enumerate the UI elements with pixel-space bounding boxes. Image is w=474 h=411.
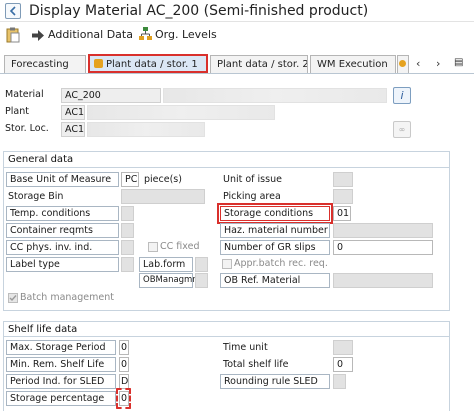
back-icon[interactable] [5,3,21,19]
batch-management-checkbox[interactable] [8,293,18,303]
tab-scroll-right-icon[interactable]: › [436,57,440,70]
gr-slips-label: Number of GR slips [220,240,330,255]
stor-loc-label: Stor. Loc. [5,123,49,134]
max-storage-period-label: Max. Storage Period [6,340,116,355]
time-unit-field[interactable] [333,340,353,355]
storage-bin-label: Storage Bin [8,191,64,202]
tab-scroll-left-icon[interactable]: ‹ [416,57,420,70]
tab-status-icon [399,60,406,67]
haz-material-field[interactable] [333,223,433,238]
max-storage-period-field[interactable]: 0 [119,340,129,355]
toolbar: Additional Data Org. Levels [0,23,474,50]
unit-of-issue-label: Unit of issue [223,174,282,185]
tab-overflow[interactable] [397,55,409,73]
ob-ref-material-field[interactable] [333,273,433,288]
tab-forecasting[interactable]: Forecasting [4,55,86,73]
plant-description-field[interactable] [87,105,275,120]
plant-field[interactable]: AC1 [61,105,85,120]
total-shelf-life-field[interactable]: 0 [333,357,353,372]
tab-plant-data-stor-1[interactable]: Plant data / stor. 1 [88,54,208,73]
min-rem-shelf-life-field[interactable]: 0 [119,357,129,372]
tab-label: Plant data / stor. 1 [106,59,198,70]
appr-batch-label: Appr.batch rec. req. [234,258,328,269]
ob-managmnt-field[interactable] [195,273,208,288]
tab-label: Forecasting [11,59,69,70]
picking-area-field[interactable] [333,189,353,204]
gr-slips-field[interactable]: 0 [333,240,433,255]
section-divider [3,336,450,337]
tab-label: WM Execution [317,59,388,70]
title-bar: Display Material AC_200 (Semi-finished p… [0,0,474,22]
material-label: Material [5,89,44,100]
paste-icon[interactable] [6,27,20,46]
general-data-title: General data [8,154,74,165]
window-title: Display Material AC_200 (Semi-finished p… [29,3,369,19]
container-reqmts-label: Container reqmts [6,223,119,238]
lab-form-label: Lab.form [139,257,193,272]
org-levels-button[interactable]: Org. Levels [155,28,217,41]
ob-managmnt-label: OBManagmnt [139,273,201,288]
info-icon[interactable]: i [393,87,411,104]
storage-conditions-label: Storage conditions [217,203,333,224]
temp-conditions-field[interactable] [121,206,134,221]
tab-label: Plant data / stor. 2 [217,59,308,70]
rounding-rule-sled-field[interactable] [333,374,346,389]
cc-fixed-checkbox[interactable] [148,242,158,252]
tab-strip: Forecasting Plant data / stor. 1 Plant d… [0,52,474,74]
rounding-rule-sled-label: Rounding rule SLED [220,374,330,389]
batch-management-label: Batch management [20,292,114,303]
storage-percentage-field[interactable]: 0 [119,391,129,406]
section-divider [3,167,450,168]
time-unit-label: Time unit [223,342,268,353]
period-ind-sled-field[interactable]: D [119,374,129,389]
container-reqmts-field[interactable] [121,223,134,238]
haz-material-label: Haz. material number [220,223,330,238]
total-shelf-life-label: Total shelf life [223,359,289,370]
shelf-life-title: Shelf life data [8,324,78,335]
tab-plant-data-stor-2[interactable]: Plant data / stor. 2 [210,55,308,73]
label-type-field[interactable] [121,257,134,272]
storage-bin-field[interactable] [121,189,205,204]
tab-list-icon[interactable]: ▤ [454,57,463,68]
base-uom-text: piece(s) [144,174,182,185]
cc-fixed-label: CC fixed [160,241,200,252]
storage-percentage-label: Storage percentage [6,391,116,406]
material-field[interactable]: AC_200 [61,88,161,103]
appr-batch-checkbox[interactable] [222,259,232,269]
glasses-icon[interactable]: ∞ [393,121,411,138]
label-type-label: Label type [6,257,119,272]
plant-label: Plant [5,106,29,117]
unit-of-issue-field[interactable] [333,172,353,187]
additional-data-button[interactable]: Additional Data [48,28,133,41]
cc-phys-inv-label: CC phys. inv. ind. [6,240,119,255]
ob-ref-material-label: OB Ref. Material [220,273,330,288]
min-rem-shelf-life-label: Min. Rem. Shelf Life [6,357,116,372]
cc-phys-inv-field[interactable] [121,240,134,255]
lab-form-field[interactable] [195,257,208,272]
period-ind-sled-label: Period Ind. for SLED [6,374,116,389]
arrow-right-icon[interactable] [32,30,44,44]
picking-area-label: Picking area [223,191,281,202]
stor-loc-description-field[interactable] [87,122,205,137]
storage-conditions-field[interactable]: 01 [333,206,351,221]
tab-status-icon [94,59,103,68]
material-description-field[interactable] [163,88,387,103]
stor-loc-field[interactable]: AC1 [61,122,85,137]
org-levels-icon[interactable] [139,27,152,44]
tab-wm-execution[interactable]: WM Execution [310,55,396,73]
temp-conditions-label: Temp. conditions [6,206,119,221]
base-uom-label: Base Unit of Measure [6,172,119,187]
base-uom-field[interactable]: PC [121,172,139,187]
